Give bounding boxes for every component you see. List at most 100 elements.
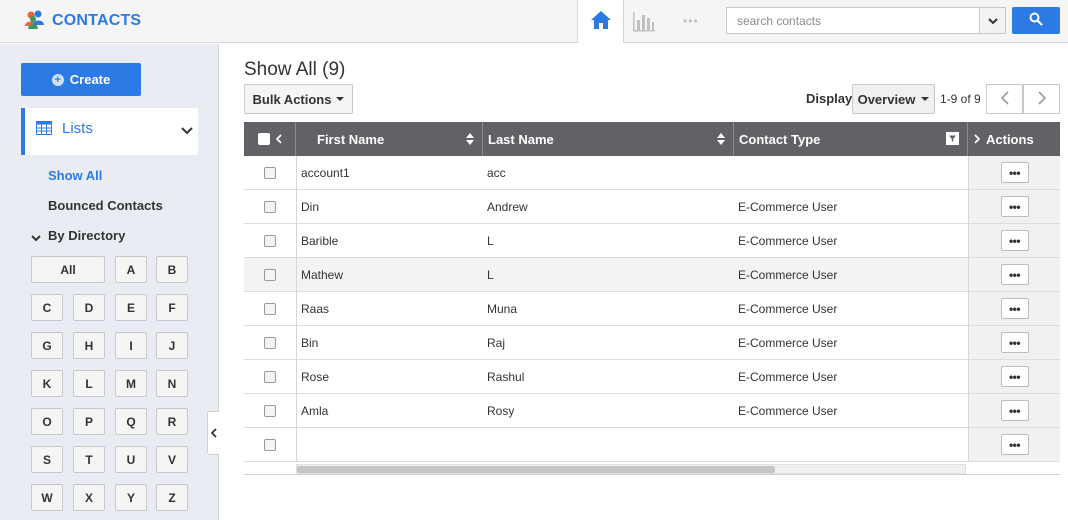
table-row[interactable]: Bin Raj E-Commerce User ••• [244, 326, 1060, 360]
last-name-cell[interactable]: Andrew [487, 190, 732, 223]
first-name-cell[interactable]: Raas [301, 292, 481, 325]
row-actions-button[interactable]: ••• [1000, 230, 1029, 251]
create-button[interactable]: + Create [21, 63, 141, 96]
directory-letter-all[interactable]: All [31, 256, 105, 283]
first-name-cell[interactable] [301, 428, 481, 461]
app-brand[interactable]: CONTACTS [24, 9, 141, 32]
directory-letter-c[interactable]: C [31, 294, 63, 321]
filter-icon[interactable] [946, 132, 959, 148]
directory-letter-x[interactable]: X [73, 484, 105, 511]
table-row[interactable]: ••• [244, 428, 1060, 462]
directory-letter-j[interactable]: J [156, 332, 188, 359]
row-checkbox[interactable] [264, 268, 276, 281]
directory-letter-r[interactable]: R [156, 408, 188, 435]
row-checkbox[interactable] [264, 234, 276, 247]
directory-letter-a[interactable]: A [115, 256, 147, 283]
last-name-cell[interactable]: Rosy [487, 394, 732, 427]
column-header-contact-type[interactable]: Contact Type [734, 122, 968, 156]
table-row[interactable]: Din Andrew E-Commerce User ••• [244, 190, 1060, 224]
first-name-cell[interactable]: Barible [301, 224, 481, 257]
last-name-cell[interactable]: Rashul [487, 360, 732, 393]
first-name-cell[interactable]: Mathew [301, 258, 481, 291]
directory-letter-m[interactable]: M [115, 370, 147, 397]
nav-home[interactable] [577, 0, 624, 43]
column-header-first-name[interactable]: First Name [296, 122, 483, 156]
bulk-actions-button[interactable]: Bulk Actions [244, 84, 353, 114]
directory-letter-n[interactable]: N [156, 370, 188, 397]
row-actions-button[interactable]: ••• [1000, 196, 1029, 217]
last-name-cell[interactable]: Muna [487, 292, 732, 325]
table-row[interactable]: account1 acc ••• [244, 156, 1060, 190]
first-name-cell[interactable]: Bin [301, 326, 481, 359]
search-input[interactable] [727, 8, 977, 33]
scrollbar-thumb[interactable] [297, 466, 775, 473]
sidebar-link-bounced-contacts[interactable]: Bounced Contacts [48, 198, 163, 213]
directory-letter-e[interactable]: E [115, 294, 147, 321]
column-header-last-name[interactable]: Last Name [483, 122, 734, 156]
horizontal-scrollbar[interactable] [296, 464, 966, 474]
directory-letter-p[interactable]: P [73, 408, 105, 435]
view-select[interactable]: Overview [852, 84, 935, 114]
sidebar-link-show-all[interactable]: Show All [48, 168, 102, 183]
lists-panel[interactable]: Lists [21, 108, 198, 155]
collapse-sidebar-button[interactable] [207, 411, 219, 455]
row-checkbox[interactable] [264, 200, 276, 213]
more-icon[interactable]: ••• [683, 14, 699, 28]
directory-letter-k[interactable]: K [31, 370, 63, 397]
table-row[interactable]: Amla Rosy E-Commerce User ••• [244, 394, 1060, 428]
directory-letter-t[interactable]: T [73, 446, 105, 473]
directory-letter-l[interactable]: L [73, 370, 105, 397]
search-button[interactable] [1012, 7, 1060, 34]
table-row[interactable]: Barible L E-Commerce User ••• [244, 224, 1060, 258]
directory-letter-s[interactable]: S [31, 446, 63, 473]
directory-letter-d[interactable]: D [73, 294, 105, 321]
next-page-button[interactable] [1023, 84, 1060, 114]
table-row[interactable]: Rose Rashul E-Commerce User ••• [244, 360, 1060, 394]
directory-letter-u[interactable]: U [115, 446, 147, 473]
row-checkbox[interactable] [264, 404, 276, 417]
table-row[interactable]: Raas Muna E-Commerce User ••• [244, 292, 1060, 326]
directory-letter-g[interactable]: G [31, 332, 63, 359]
row-actions-button[interactable]: ••• [1000, 162, 1029, 183]
chevron-down-icon[interactable] [181, 123, 193, 138]
chevron-left-icon[interactable] [275, 132, 282, 147]
row-checkbox[interactable] [264, 438, 276, 451]
directory-letter-v[interactable]: V [156, 446, 188, 473]
last-name-cell[interactable]: Raj [487, 326, 732, 359]
directory-letter-w[interactable]: W [31, 484, 63, 511]
row-actions-button[interactable]: ••• [1000, 434, 1029, 455]
row-checkbox[interactable] [264, 166, 276, 179]
row-checkbox[interactable] [264, 336, 276, 349]
last-name-cell[interactable]: L [487, 258, 732, 291]
row-actions-button[interactable]: ••• [1000, 332, 1029, 353]
directory-letter-o[interactable]: O [31, 408, 63, 435]
directory-letter-h[interactable]: H [73, 332, 105, 359]
chevron-right-icon[interactable] [974, 132, 981, 147]
first-name-cell[interactable]: account1 [301, 156, 481, 189]
row-actions-button[interactable]: ••• [1000, 400, 1029, 421]
directory-letter-y[interactable]: Y [115, 484, 147, 511]
prev-page-button[interactable] [986, 84, 1023, 114]
row-actions-button[interactable]: ••• [1000, 264, 1029, 285]
directory-letter-f[interactable]: F [156, 294, 188, 321]
directory-label[interactable]: By Directory [48, 228, 125, 243]
directory-letter-z[interactable]: Z [156, 484, 188, 511]
directory-letter-q[interactable]: Q [115, 408, 147, 435]
last-name-cell[interactable]: L [487, 224, 732, 257]
last-name-cell[interactable] [487, 428, 732, 461]
chevron-down-icon[interactable] [31, 231, 41, 246]
table-row[interactable]: Mathew L E-Commerce User ••• [244, 258, 1060, 292]
first-name-cell[interactable]: Amla [301, 394, 481, 427]
directory-letter-b[interactable]: B [156, 256, 188, 283]
row-actions-button[interactable]: ••• [1000, 366, 1029, 387]
first-name-cell[interactable]: Din [301, 190, 481, 223]
select-all-checkbox[interactable] [257, 133, 270, 145]
last-name-cell[interactable]: acc [487, 156, 732, 189]
row-actions-button[interactable]: ••• [1000, 298, 1029, 319]
nav-reports[interactable] [632, 10, 656, 35]
first-name-cell[interactable]: Rose [301, 360, 481, 393]
row-checkbox[interactable] [264, 302, 276, 315]
row-checkbox[interactable] [264, 370, 276, 383]
search-dropdown-button[interactable] [979, 8, 1005, 33]
directory-letter-i[interactable]: I [115, 332, 147, 359]
